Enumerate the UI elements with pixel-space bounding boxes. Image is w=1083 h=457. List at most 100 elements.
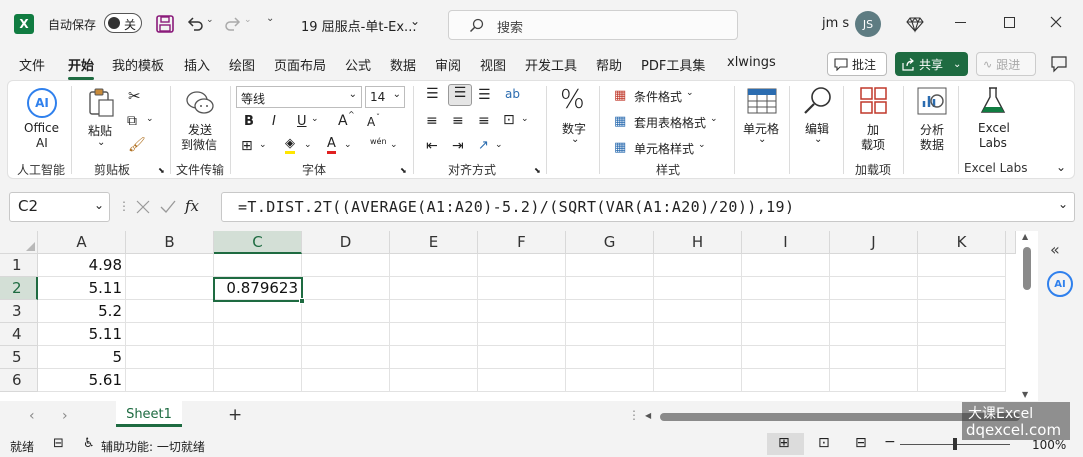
underline-dropdown-icon[interactable]: ⌄ (311, 114, 319, 124)
cell-styles-icon[interactable]: ▦ (614, 140, 626, 155)
editing-dropdown-icon[interactable]: ⌄ (814, 134, 822, 145)
cell[interactable] (830, 277, 918, 300)
tab-pdf-tools[interactable]: PDF工具集 (641, 55, 705, 74)
undo-icon[interactable] (186, 15, 204, 33)
cell[interactable] (302, 254, 390, 277)
wrap-dropdown-icon[interactable]: ⌄ (521, 114, 529, 124)
excel-labs-label-bottom[interactable]: Labs (979, 136, 1007, 150)
name-box[interactable]: C2 ⌄ (9, 192, 110, 222)
zoom-slider-thumb[interactable] (953, 438, 957, 450)
cell[interactable]: 5 (38, 346, 126, 369)
undo-dropdown-icon[interactable]: ⌄ (206, 15, 214, 25)
cell[interactable] (126, 300, 214, 323)
copilot-chat-icon[interactable] (1050, 55, 1068, 73)
insert-function-icon[interactable]: fx (185, 197, 199, 215)
cell-styles-dropdown-icon[interactable]: ⌄ (698, 140, 706, 150)
align-right-icon[interactable]: ≡ (478, 113, 490, 129)
font-size-select[interactable]: 14 ⌄ (365, 86, 405, 108)
borders-dropdown-icon[interactable]: ⌄ (259, 140, 267, 150)
redo-dropdown-icon[interactable]: ⌄ (244, 15, 252, 25)
save-icon[interactable] (156, 15, 174, 33)
addins-label-bottom[interactable]: 载项 (861, 136, 885, 153)
cell[interactable] (214, 323, 302, 346)
shrink-font-button[interactable]: A (367, 115, 375, 129)
cell[interactable] (654, 323, 742, 346)
tab-insert[interactable]: 插入 (184, 55, 210, 74)
cell[interactable] (742, 277, 830, 300)
fill-color-icon[interactable]: ◈ (285, 137, 295, 154)
decrease-indent-icon[interactable]: ⇤ (426, 138, 438, 154)
column-header-c[interactable]: C (214, 231, 302, 254)
side-ai-icon[interactable]: AI (1047, 271, 1073, 297)
cell[interactable] (566, 277, 654, 300)
row-header[interactable]: 3 (0, 300, 38, 323)
cell[interactable] (126, 254, 214, 277)
font-launcher-icon[interactable]: ⬊ (400, 166, 407, 175)
cell[interactable] (214, 369, 302, 392)
file-name[interactable]: 19 屈服点-单t-Ex... (301, 16, 416, 35)
ribbon-collapse-icon[interactable]: ⌄ (1056, 160, 1066, 174)
office-ai-label-bottom[interactable]: AI (36, 136, 48, 150)
phonetic-icon[interactable]: wén (370, 137, 387, 146)
cell[interactable] (214, 254, 302, 277)
sheet-tab[interactable]: Sheet1 (116, 401, 182, 427)
share-button[interactable]: 共享 ⌄ (895, 52, 968, 76)
cell[interactable] (918, 300, 1006, 323)
zoom-level[interactable]: 100% (1032, 438, 1066, 452)
column-header-d[interactable]: D (302, 231, 390, 254)
analyze-data-icon[interactable] (917, 87, 947, 115)
cell[interactable] (918, 254, 1006, 277)
cell[interactable] (918, 277, 1006, 300)
tab-my-templates[interactable]: 我的模板 (112, 55, 164, 74)
column-header-k[interactable]: K (918, 231, 1006, 254)
cell[interactable]: 5.11 (38, 277, 126, 300)
cell[interactable] (566, 346, 654, 369)
cell[interactable] (654, 346, 742, 369)
tab-draw[interactable]: 绘图 (229, 55, 255, 74)
cell[interactable] (654, 254, 742, 277)
tab-data[interactable]: 数据 (390, 55, 416, 74)
add-sheet-button[interactable]: + (228, 405, 242, 425)
wrap-text-icon[interactable]: ⊡ (503, 112, 515, 128)
cell[interactable] (302, 369, 390, 392)
cell[interactable] (742, 323, 830, 346)
cell[interactable] (830, 323, 918, 346)
page-break-view-icon[interactable]: ⊟ (855, 435, 867, 451)
customize-toolbar-icon[interactable]: ⌄ (266, 13, 274, 24)
close-icon[interactable] (1050, 16, 1062, 28)
excel-labs-label-top[interactable]: Excel (978, 121, 1010, 135)
search-box[interactable]: 搜索 (448, 10, 738, 40)
column-header-j[interactable]: J (830, 231, 918, 254)
redo-icon[interactable] (224, 15, 242, 33)
cell-styles-button[interactable]: 单元格样式 (634, 140, 694, 157)
copy-dropdown-icon[interactable]: ⌄ (146, 114, 154, 124)
phonetic-dropdown-icon[interactable]: ⌄ (390, 140, 398, 150)
cell[interactable] (654, 300, 742, 323)
prev-sheet-icon[interactable]: ‹ (29, 408, 35, 424)
filename-chevron-icon[interactable]: ⌄ (410, 14, 420, 28)
minimize-icon[interactable] (955, 22, 966, 23)
cell[interactable] (478, 300, 566, 323)
cell[interactable] (742, 369, 830, 392)
column-header-e[interactable]: E (390, 231, 478, 254)
cell[interactable] (654, 369, 742, 392)
accessibility-status[interactable]: 辅助功能: 一切就绪 (101, 438, 205, 455)
find-icon[interactable] (803, 86, 833, 116)
office-ai-label-top[interactable]: Office (24, 121, 59, 135)
tab-developer[interactable]: 开发工具 (525, 55, 577, 74)
underline-button[interactable]: U (297, 114, 307, 129)
clipboard-launcher-icon[interactable]: ⬊ (158, 166, 165, 175)
column-header-h[interactable]: H (654, 231, 742, 254)
cell[interactable] (302, 300, 390, 323)
zoom-out-icon[interactable]: − (884, 434, 896, 450)
column-header-f[interactable]: F (478, 231, 566, 254)
tab-view[interactable]: 视图 (480, 55, 506, 74)
page-layout-view-icon[interactable]: ⊡ (818, 435, 830, 451)
tab-page-layout[interactable]: 页面布局 (274, 55, 326, 74)
autosave-toggle[interactable]: 关 (104, 13, 142, 33)
cell[interactable] (302, 277, 390, 300)
cell[interactable] (478, 346, 566, 369)
format-painter-icon[interactable]: 🖌 (128, 137, 146, 153)
column-header-partial[interactable] (1006, 231, 1016, 254)
cell[interactable] (566, 369, 654, 392)
